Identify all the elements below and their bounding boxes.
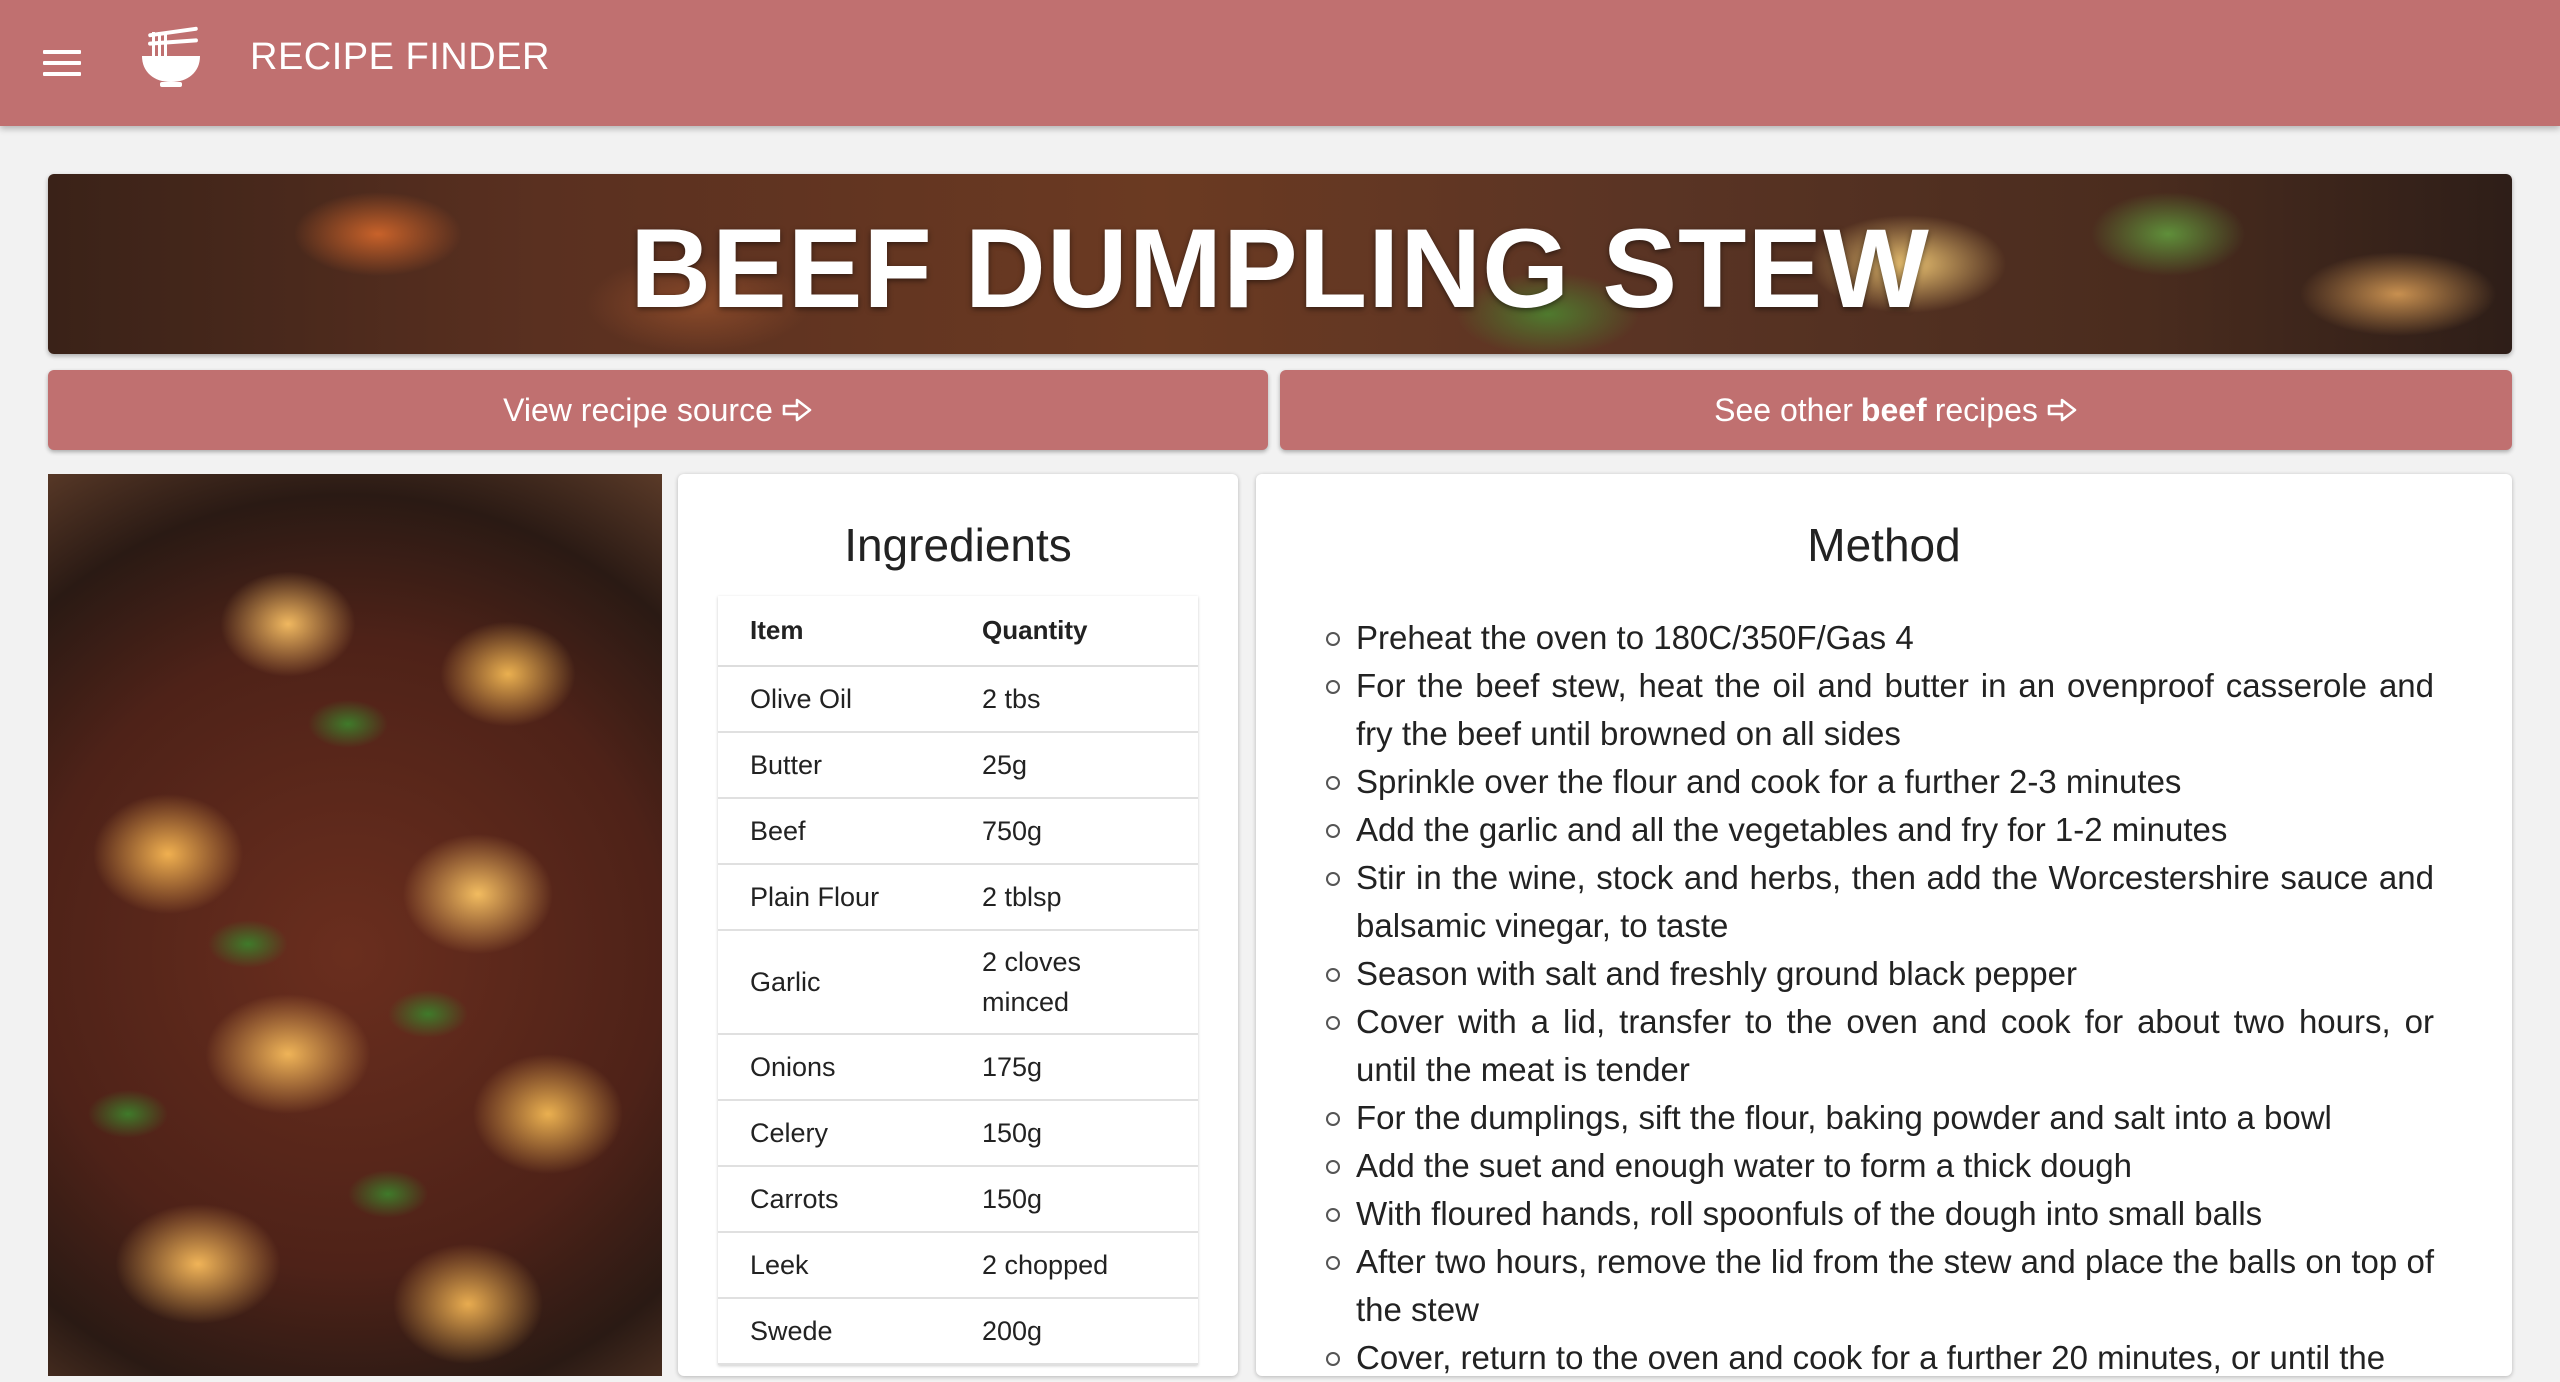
method-steps-list: Preheat the oven to 180C/350F/Gas 4 For t…: [1324, 614, 2434, 1382]
method-heading: Method: [1807, 519, 1961, 571]
ingredient-row: Leek 2 chopped: [718, 1232, 1198, 1299]
ingredient-item: Butter: [718, 732, 950, 799]
ingredient-quantity: 2 tbs: [950, 666, 1198, 733]
view-recipe-source-label: View recipe source: [503, 391, 773, 428]
hamburger-menu-icon[interactable]: [40, 43, 84, 83]
ingredient-item: Garlic: [718, 930, 950, 1035]
ingredient-item: Beef: [718, 798, 950, 865]
ingredient-quantity: 200g: [950, 1298, 1198, 1365]
recipe-title: BEEF DUMPLING STEW: [630, 206, 1930, 331]
ingredients-card: Ingredients Item Quantity Olive Oil 2 tbs…: [678, 474, 1238, 1376]
noodle-bowl-icon: [142, 26, 200, 87]
ingredient-quantity: 2 chopped: [950, 1232, 1198, 1299]
method-step: For the dumplings, sift the flour, bakin…: [1324, 1094, 2434, 1142]
ingredient-row: Olive Oil 2 tbs: [718, 666, 1198, 733]
recipe-hero-banner: BEEF DUMPLING STEW: [48, 174, 2512, 354]
method-step: Add the garlic and all the vegetables an…: [1324, 806, 2434, 854]
ingredients-heading: Ingredients: [844, 519, 1072, 571]
ingredient-item: Swede: [718, 1298, 950, 1365]
column-header-quantity: Quantity: [950, 596, 1198, 667]
ingredient-row: Onions 175g: [718, 1034, 1198, 1101]
external-arrow-icon: [782, 398, 812, 422]
ingredient-quantity: 2 cloves minced: [950, 930, 1198, 1035]
ingredient-row: Celery 150g: [718, 1100, 1198, 1167]
method-step: Preheat the oven to 180C/350F/Gas 4: [1324, 614, 2434, 662]
ingredients-header-row: Item Quantity: [718, 596, 1198, 667]
recipe-photo: [48, 474, 662, 1376]
ingredient-quantity: 150g: [950, 1100, 1198, 1167]
ingredient-row: Beef 750g: [718, 798, 1198, 865]
method-step: Cover with a lid, transfer to the oven a…: [1324, 998, 2434, 1094]
method-step: Season with salt and freshly ground blac…: [1324, 950, 2434, 998]
method-step: After two hours, remove the lid from the…: [1324, 1238, 2434, 1334]
ingredient-item: Celery: [718, 1100, 950, 1167]
see-other-suffix: recipes: [1934, 391, 2038, 428]
method-card: Method Preheat the oven to 180C/350F/Gas…: [1256, 474, 2512, 1376]
app-bar: RECIPE FINDER: [0, 0, 2560, 126]
method-step: Cover, return to the oven and cook for a…: [1324, 1334, 2434, 1382]
see-other-prefix: See other: [1714, 391, 1853, 428]
ingredient-item: Onions: [718, 1034, 950, 1101]
ingredients-table: Item Quantity Olive Oil 2 tbs Butter 25g Bee…: [718, 596, 1198, 1365]
ingredient-quantity: 25g: [950, 732, 1198, 799]
ingredient-item: Carrots: [718, 1166, 950, 1233]
ingredient-quantity: 750g: [950, 798, 1198, 865]
ingredient-row: Plain Flour 2 tblsp: [718, 864, 1198, 931]
ingredient-quantity: 175g: [950, 1034, 1198, 1101]
ingredient-row: Butter 25g: [718, 732, 1198, 799]
method-step: Stir in the wine, stock and herbs, then …: [1324, 854, 2434, 950]
method-step: For the beef stew, heat the oil and butt…: [1324, 662, 2434, 758]
recipe-category: beef: [1860, 391, 1927, 428]
see-other-recipes-button[interactable]: See other beef recipes: [1280, 370, 2512, 450]
external-arrow-icon: [2047, 398, 2077, 422]
column-header-item: Item: [718, 596, 950, 667]
ingredient-item: Plain Flour: [718, 864, 950, 931]
view-recipe-source-button[interactable]: View recipe source: [48, 370, 1268, 450]
method-step: With floured hands, roll spoonfuls of th…: [1324, 1190, 2434, 1238]
method-step: Add the suet and enough water to form a …: [1324, 1142, 2434, 1190]
ingredient-row: Carrots 150g: [718, 1166, 1198, 1233]
app-title[interactable]: RECIPE FINDER: [250, 36, 550, 79]
ingredient-quantity: 2 tblsp: [950, 864, 1198, 931]
ingredient-item: Leek: [718, 1232, 950, 1299]
ingredient-item: Olive Oil: [718, 666, 950, 733]
ingredient-row: Swede 200g: [718, 1298, 1198, 1365]
method-step: Sprinkle over the flour and cook for a f…: [1324, 758, 2434, 806]
ingredient-quantity: 150g: [950, 1166, 1198, 1233]
ingredient-row: Garlic 2 cloves minced: [718, 930, 1198, 1035]
